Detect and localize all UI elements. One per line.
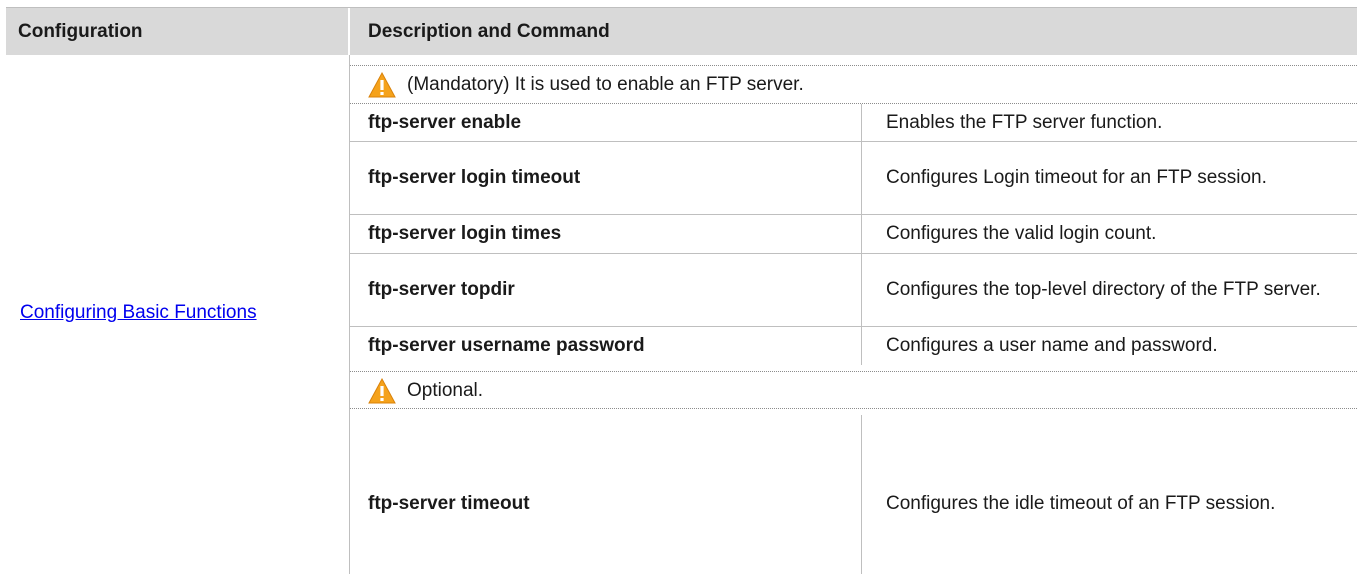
command-cell: ftp-server topdir bbox=[350, 254, 862, 326]
table-row: ftp-server topdir Configures the top-lev… bbox=[350, 254, 1357, 327]
table-body: Configuring Basic Functions (Mandatory) … bbox=[6, 55, 1357, 574]
command-description: Configures the idle timeout of an FTP se… bbox=[862, 415, 1357, 574]
page: Configuration Description and Command Co… bbox=[0, 0, 1357, 574]
optional-note: Optional. bbox=[350, 371, 1357, 409]
table-header: Configuration Description and Command bbox=[6, 7, 1357, 55]
description-text: Configures the idle timeout of an FTP se… bbox=[886, 492, 1276, 514]
table-row: ftp-server login timeout Configures Logi… bbox=[350, 142, 1357, 215]
configuration-cell: Configuring Basic Functions bbox=[6, 55, 350, 574]
description-cell: (Mandatory) It is used to enable an FTP … bbox=[350, 55, 1357, 574]
description-text: Enables the FTP server function. bbox=[886, 111, 1163, 133]
warning-icon bbox=[368, 71, 396, 98]
mandatory-note-text: (Mandatory) It is used to enable an FTP … bbox=[407, 74, 804, 95]
description-text: Configures the top-level directory of th… bbox=[886, 279, 1321, 300]
header-configuration: Configuration bbox=[6, 8, 350, 55]
description-text: Configures the valid login count. bbox=[886, 223, 1157, 244]
configuration-table: Configuration Description and Command Co… bbox=[6, 7, 1357, 574]
command-description: Configures Login timeout for an FTP sess… bbox=[862, 142, 1357, 214]
command-description: Configures the top-level directory of th… bbox=[862, 254, 1357, 326]
description-text: Configures a user name and password. bbox=[886, 335, 1218, 356]
optional-note-text: Optional. bbox=[407, 380, 484, 401]
table-row: ftp-server login times Configures the va… bbox=[350, 215, 1357, 254]
command-cell: ftp-server enable bbox=[350, 104, 862, 141]
command-cell: ftp-server login times bbox=[350, 215, 862, 253]
command-cell: ftp-server username password bbox=[350, 327, 862, 365]
table-row: ftp-server username password Configures … bbox=[350, 327, 1357, 365]
configuring-basic-functions-link[interactable]: Configuring Basic Functions bbox=[20, 302, 257, 324]
command-description: Configures a user name and password. bbox=[862, 327, 1357, 365]
warning-icon bbox=[368, 377, 396, 404]
command-cell: ftp-server timeout bbox=[350, 415, 862, 574]
table-row: ftp-server enable Enables the FTP server… bbox=[350, 104, 1357, 142]
command-cell: ftp-server login timeout bbox=[350, 142, 862, 214]
description-text: Configures Login timeout for an FTP sess… bbox=[886, 167, 1267, 188]
table-row: ftp-server timeout Configures the idle t… bbox=[350, 415, 1357, 574]
command-description: Enables the FTP server function. bbox=[862, 104, 1357, 141]
header-description: Description and Command bbox=[368, 21, 610, 42]
command-description: Configures the valid login count. bbox=[862, 215, 1357, 253]
mandatory-note: (Mandatory) It is used to enable an FTP … bbox=[350, 65, 1357, 104]
